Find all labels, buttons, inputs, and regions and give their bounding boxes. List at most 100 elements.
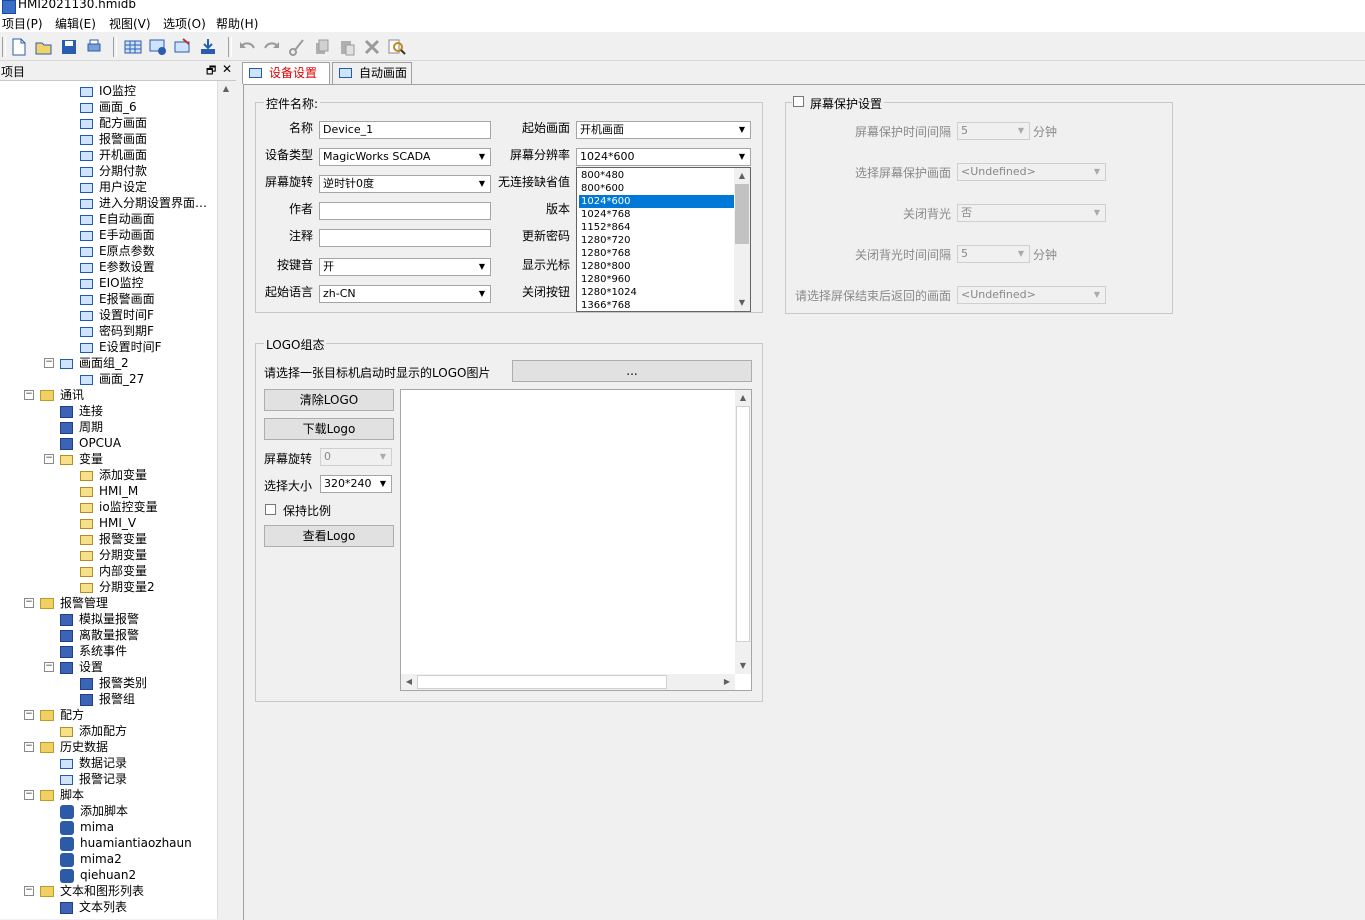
tree-item[interactable]: 分期变量2: [80, 579, 155, 595]
download-icon[interactable]: [199, 38, 217, 56]
tree-item[interactable]: 历史数据: [40, 739, 108, 755]
tree-item[interactable]: 模拟量报警: [60, 611, 139, 627]
resolution-option[interactable]: 800*480: [579, 169, 734, 182]
menu-options[interactable]: 选项(O): [163, 15, 206, 32]
name-input[interactable]: Device_1: [319, 121, 491, 139]
start-screen-select[interactable]: 开机画面 ▼: [576, 121, 751, 139]
print-icon[interactable]: [85, 38, 103, 56]
tree-item[interactable]: 添加脚本: [60, 803, 128, 819]
menu-edit[interactable]: 编辑(E): [55, 15, 96, 32]
preview-hscrollbar[interactable]: ◀ ▶: [401, 674, 735, 690]
tree-item[interactable]: 报警画面: [80, 131, 147, 147]
clear-logo-button[interactable]: 清除LOGO: [264, 389, 394, 411]
tree-item[interactable]: 开机画面: [80, 147, 147, 163]
tree-item[interactable]: IO监控: [80, 83, 136, 99]
tree-item[interactable]: 通讯: [40, 387, 84, 403]
resolution-option[interactable]: 1024*600: [578, 194, 735, 209]
tree-item[interactable]: 分期变量: [80, 547, 147, 563]
scroll-thumb[interactable]: [417, 675, 667, 689]
pin-icon[interactable]: 🗗: [206, 62, 216, 81]
tree-item[interactable]: 配方: [40, 707, 84, 723]
menu-project[interactable]: 项目(P): [2, 15, 43, 32]
scroll-up-icon[interactable]: ▲: [735, 390, 751, 406]
chevron-down-icon[interactable]: ▼: [1090, 288, 1104, 302]
author-input[interactable]: [319, 202, 491, 220]
tree-item[interactable]: HMI_M: [80, 483, 138, 499]
resolution-option[interactable]: 1366*768: [579, 299, 734, 311]
tree-item[interactable]: 画面_6: [80, 99, 137, 115]
resolution-option[interactable]: 1280*960: [579, 273, 734, 286]
resolution-option[interactable]: 1152*864: [579, 221, 734, 234]
keytone-select[interactable]: 开 ▼: [319, 258, 491, 276]
scroll-up-icon[interactable]: ▲: [734, 168, 750, 184]
tree-item[interactable]: 离散量报警: [60, 627, 139, 643]
backlight-off-select[interactable]: 否 ▼: [957, 204, 1106, 222]
tree-item[interactable]: E自动画面: [80, 211, 155, 227]
tree-item[interactable]: 数据记录: [60, 755, 127, 771]
resolution-select[interactable]: 1024*600 ▼: [576, 148, 751, 166]
chevron-down-icon[interactable]: ▼: [1090, 206, 1104, 220]
tree-expander-icon[interactable]: −: [24, 742, 34, 752]
tree-item[interactable]: io监控变量: [80, 499, 158, 515]
compile-icon[interactable]: [149, 38, 167, 56]
tree-item[interactable]: 文本和图形列表: [40, 883, 144, 899]
screensaver-checkbox[interactable]: [793, 96, 804, 107]
paste-icon[interactable]: [338, 38, 356, 56]
close-icon[interactable]: ✕: [222, 62, 232, 76]
tree-item[interactable]: 报警管理: [40, 595, 108, 611]
tree-item[interactable]: 设置时间F: [80, 307, 154, 323]
tree-item[interactable]: OPCUA: [60, 435, 121, 451]
save-icon[interactable]: [60, 38, 78, 56]
start-lang-select[interactable]: zh-CN ▼: [319, 285, 491, 303]
tree-expander-icon[interactable]: −: [24, 390, 34, 400]
menu-help[interactable]: 帮助(H): [216, 15, 258, 32]
simulate-icon[interactable]: [174, 38, 192, 56]
resolution-option[interactable]: 1280*768: [579, 247, 734, 260]
scroll-left-icon[interactable]: ◀: [401, 674, 417, 690]
tree-item[interactable]: E手动画面: [80, 227, 155, 243]
screensaver-screen-select[interactable]: <Undefined> ▼: [957, 163, 1106, 181]
redo-icon[interactable]: [263, 38, 281, 56]
scroll-right-icon[interactable]: ▶: [719, 674, 735, 690]
tree-item[interactable]: 添加配方: [60, 723, 127, 739]
dropdown-scrollbar[interactable]: ▲ ▼: [734, 168, 750, 311]
rotation-select[interactable]: 逆时针0度 ▼: [319, 175, 491, 193]
resolution-dropdown-list[interactable]: ▲ ▼ 800*480 800*600 1024*600 1024*768 1152*8…: [576, 167, 751, 312]
tree-expander-icon[interactable]: −: [24, 886, 34, 896]
tree-item[interactable]: 进入分期设置界面…: [80, 195, 207, 211]
tree-item[interactable]: 添加变量: [80, 467, 147, 483]
backlight-interval-select[interactable]: 5 ▼: [957, 245, 1030, 263]
tree-item[interactable]: mima2: [60, 851, 122, 867]
tree-item[interactable]: 报警变量: [80, 531, 147, 547]
tree-item[interactable]: 脚本: [40, 787, 84, 803]
tree-item[interactable]: 报警记录: [60, 771, 127, 787]
find-icon[interactable]: [388, 38, 406, 56]
tree-item[interactable]: E原点参数: [80, 243, 155, 259]
tab-auto-screen[interactable]: 自动画面: [332, 62, 412, 84]
tree-item[interactable]: 分期付款: [80, 163, 147, 179]
tree-item[interactable]: 周期: [60, 419, 103, 435]
tree-item[interactable]: E参数设置: [80, 259, 155, 275]
grid-screen-icon[interactable]: [124, 38, 142, 56]
tree-item[interactable]: 画面组_2: [60, 355, 129, 371]
tree-expander-icon[interactable]: −: [24, 790, 34, 800]
resolution-option[interactable]: 1280*720: [579, 234, 734, 247]
browse-logo-button[interactable]: ...: [512, 360, 752, 382]
keep-ratio-checkbox[interactable]: [265, 504, 276, 515]
tab-device-settings[interactable]: 设备设置: [242, 62, 330, 84]
tree-item[interactable]: EIO监控: [80, 275, 144, 291]
logo-rotation-select[interactable]: 0 ▼: [320, 448, 392, 466]
chevron-down-icon[interactable]: ▼: [475, 287, 489, 301]
tree-item[interactable]: E设置时间F: [80, 339, 162, 355]
tree-item[interactable]: 连接: [60, 403, 103, 419]
download-logo-button[interactable]: 下载Logo: [264, 418, 394, 440]
tree-item[interactable]: HMI_V: [80, 515, 136, 531]
chevron-down-icon[interactable]: ▼: [1090, 165, 1104, 179]
resolution-option[interactable]: 1280*1024: [579, 286, 734, 299]
device-type-select[interactable]: MagicWorks SCADA ▼: [319, 148, 491, 166]
tree-item[interactable]: 配方画面: [80, 115, 147, 131]
tree-expander-icon[interactable]: −: [24, 598, 34, 608]
logo-size-select[interactable]: 320*240 ▼: [320, 475, 392, 493]
tree-item[interactable]: qiehuan2: [60, 867, 136, 883]
resolution-option[interactable]: 800*600: [579, 182, 734, 195]
